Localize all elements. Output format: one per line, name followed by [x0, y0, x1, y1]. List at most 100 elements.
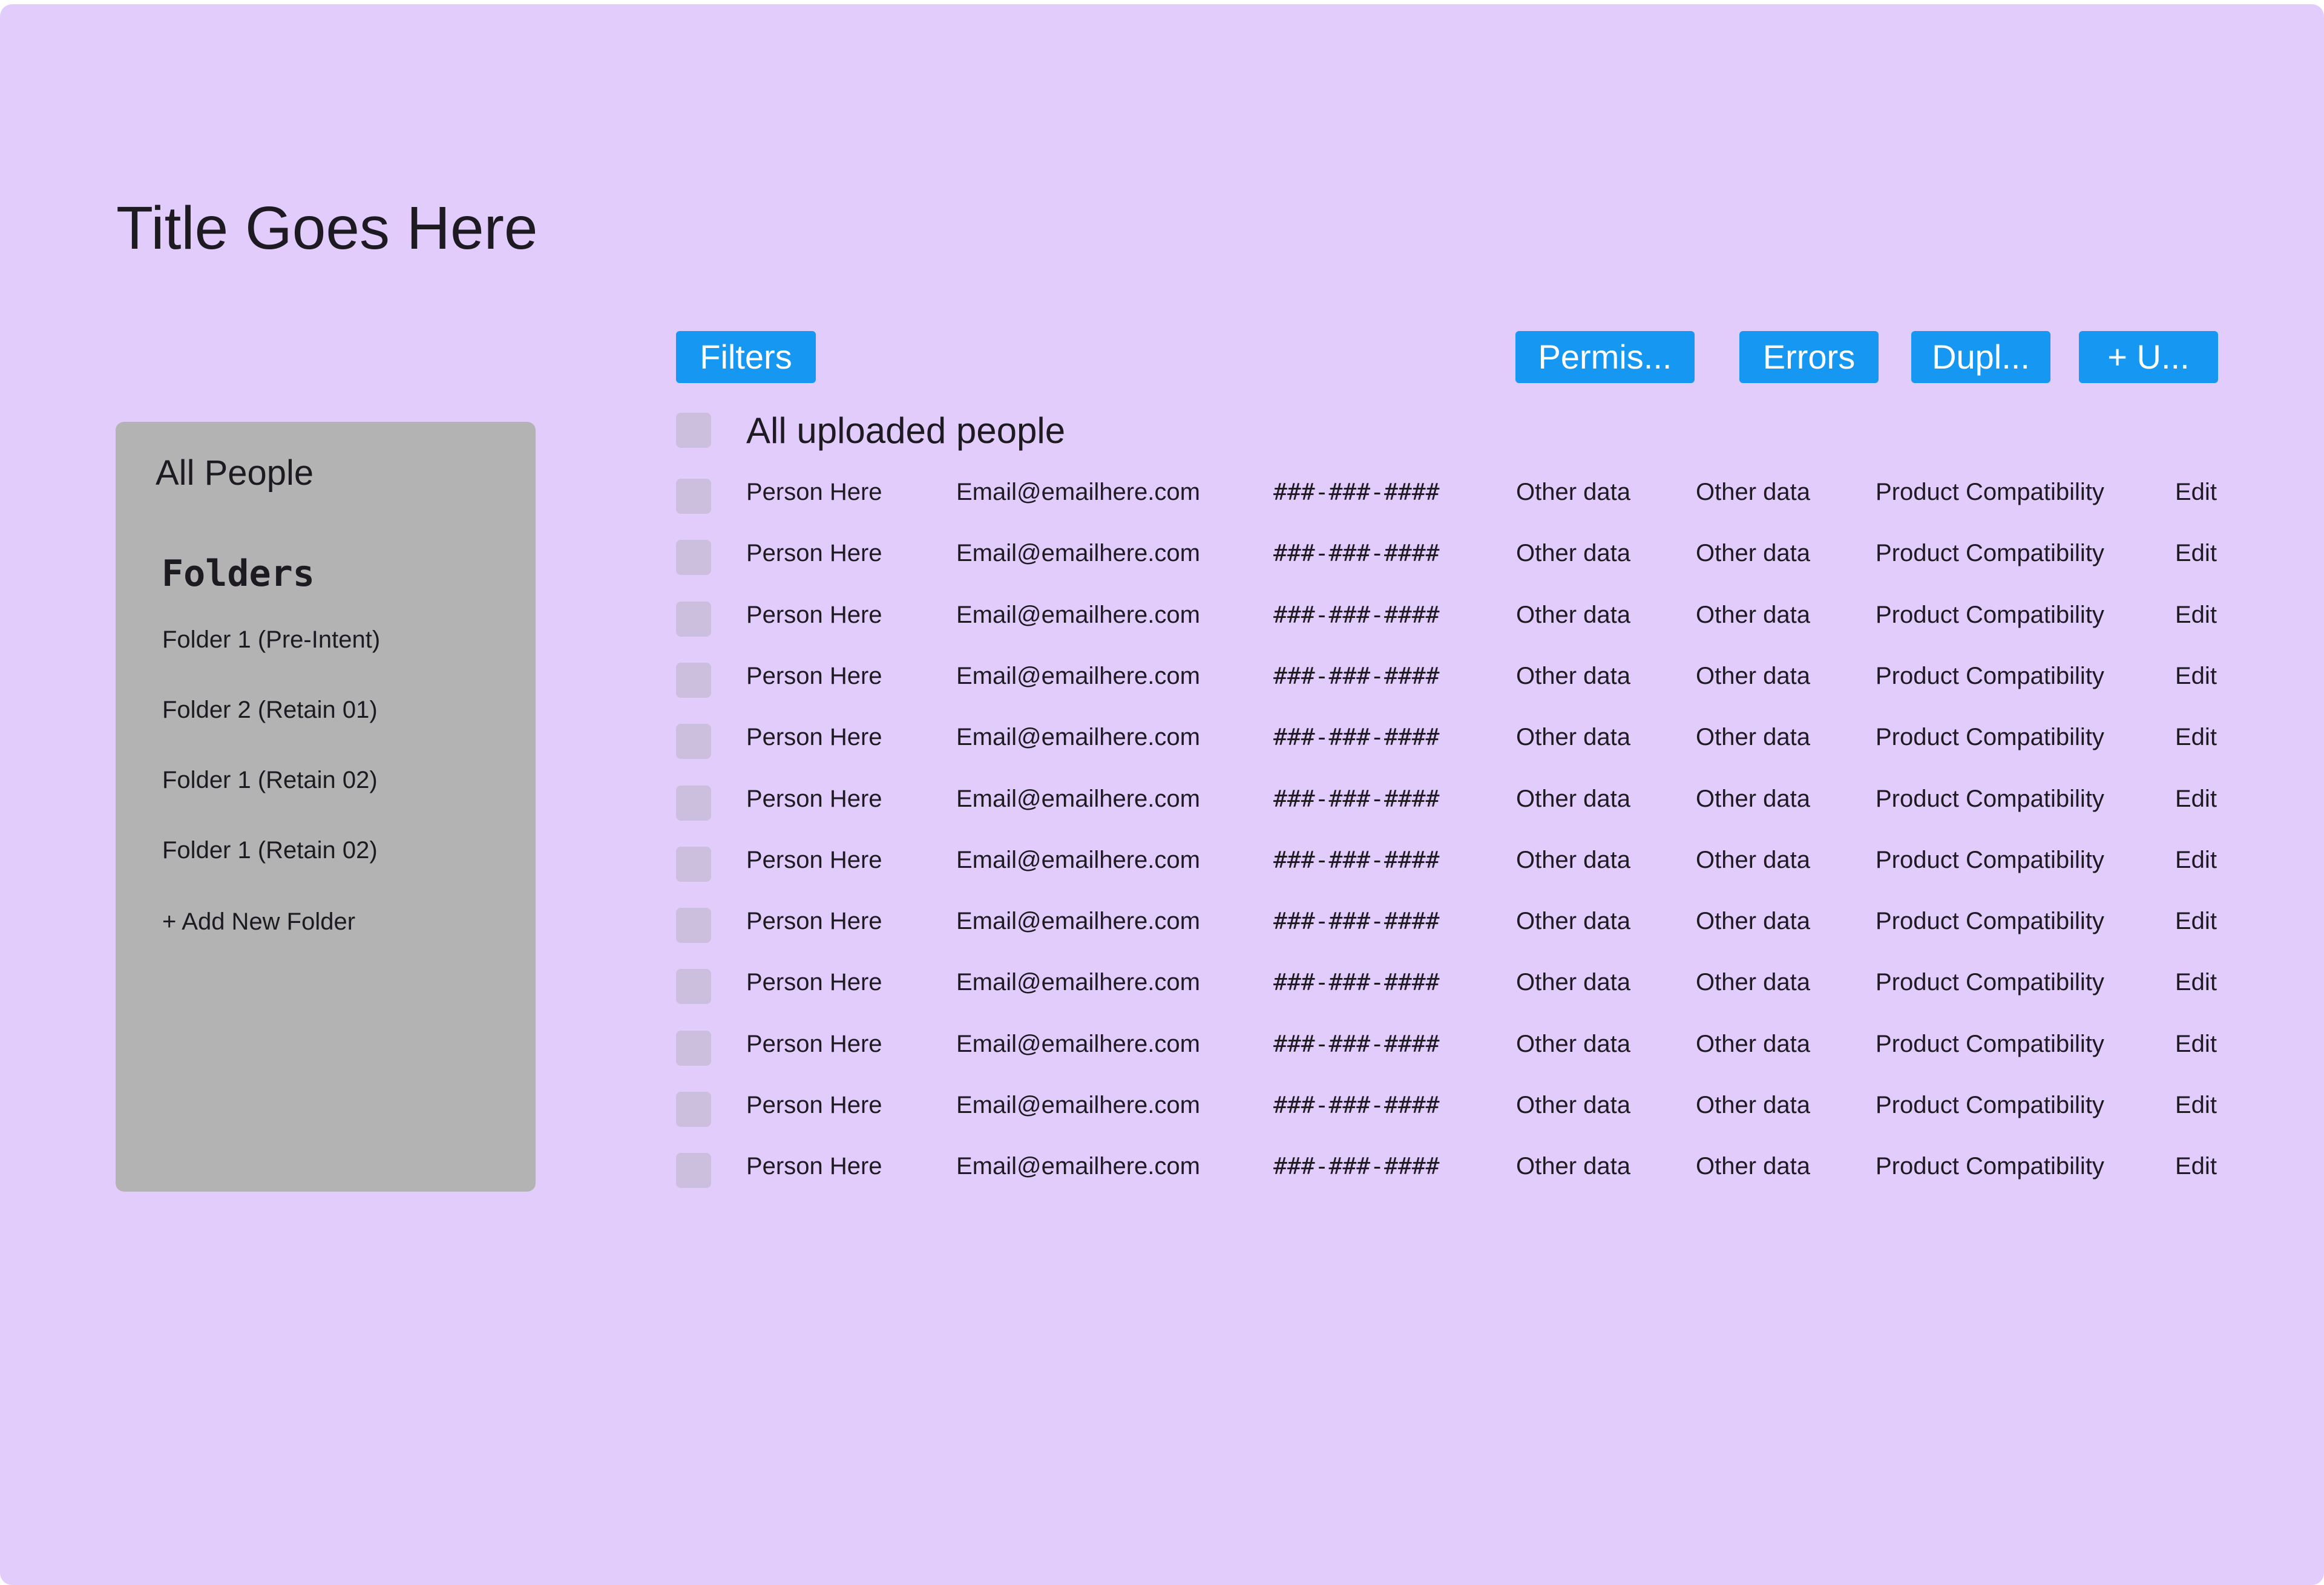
row-checkbox[interactable] [676, 662, 711, 698]
email-cell: Email@emailhere.com [956, 908, 1200, 935]
select-all-label: All uploaded people [746, 410, 1066, 451]
email-cell: Email@emailhere.com [956, 785, 1200, 812]
person-name-cell: Person Here [746, 1092, 882, 1118]
other-data-cell: Other data [1696, 724, 1811, 751]
product-compatibility-cell: Product Compatibility [1876, 908, 2104, 935]
table-row: Person Here Email@emailhere.com ###-###-##… [0, 903, 2324, 964]
phone-cell: ###-###-#### [1273, 1030, 1440, 1057]
row-checkbox[interactable] [676, 724, 711, 760]
edit-button[interactable]: Edit [2175, 1148, 2217, 1184]
person-name-cell: Person Here [746, 724, 882, 751]
row-checkbox[interactable] [676, 540, 711, 576]
app-frame: Title Goes Here All People Folders Folde… [0, 4, 2324, 1585]
person-name-cell: Person Here [746, 1153, 882, 1180]
other-data-cell: Other data [1516, 724, 1631, 751]
edit-button[interactable]: Edit [2175, 1087, 2217, 1123]
table-row: Person Here Email@emailhere.com ###-###-##… [0, 842, 2324, 903]
edit-button[interactable]: Edit [2175, 597, 2217, 633]
table-row: Person Here Email@emailhere.com ###-###-##… [0, 535, 2324, 596]
row-checkbox[interactable] [676, 846, 711, 882]
row-checkbox[interactable] [676, 1153, 711, 1189]
filters-button[interactable]: Filters [676, 331, 816, 383]
person-name-cell: Person Here [746, 846, 882, 873]
phone-cell: ###-###-#### [1273, 785, 1440, 812]
other-data-cell: Other data [1696, 969, 1811, 996]
email-cell: Email@emailhere.com [956, 1092, 1200, 1118]
edit-button[interactable]: Edit [2175, 964, 2217, 1000]
table-row: Person Here Email@emailhere.com ###-###-##… [0, 658, 2324, 719]
upload-button[interactable]: + U... [2079, 331, 2218, 383]
email-cell: Email@emailhere.com [956, 1030, 1200, 1057]
table-row: Person Here Email@emailhere.com ###-###-##… [0, 597, 2324, 658]
phone-cell: ###-###-#### [1273, 662, 1440, 689]
permissions-button[interactable]: Permis... [1515, 331, 1695, 383]
product-compatibility-cell: Product Compatibility [1876, 1092, 2104, 1118]
other-data-cell: Other data [1696, 785, 1811, 812]
duplicates-button[interactable]: Dupl... [1911, 331, 2050, 383]
phone-cell: ###-###-#### [1273, 724, 1440, 751]
other-data-cell: Other data [1516, 1030, 1631, 1057]
other-data-cell: Other data [1516, 540, 1631, 567]
other-data-cell: Other data [1696, 846, 1811, 873]
row-checkbox[interactable] [676, 479, 711, 514]
phone-cell: ###-###-#### [1273, 1092, 1440, 1118]
row-checkbox[interactable] [676, 785, 711, 821]
other-data-cell: Other data [1516, 846, 1631, 873]
other-data-cell: Other data [1696, 662, 1811, 689]
product-compatibility-cell: Product Compatibility [1876, 1153, 2104, 1180]
email-cell: Email@emailhere.com [956, 969, 1200, 996]
person-name-cell: Person Here [746, 540, 882, 567]
edit-button[interactable]: Edit [2175, 658, 2217, 694]
edit-button[interactable]: Edit [2175, 535, 2217, 571]
phone-cell: ###-###-#### [1273, 846, 1440, 873]
table-row: Person Here Email@emailhere.com ###-###-##… [0, 719, 2324, 780]
person-name-cell: Person Here [746, 479, 882, 505]
edit-button[interactable]: Edit [2175, 781, 2217, 817]
table-row: Person Here Email@emailhere.com ###-###-##… [0, 781, 2324, 842]
other-data-cell: Other data [1696, 1092, 1811, 1118]
row-checkbox[interactable] [676, 969, 711, 1005]
person-name-cell: Person Here [746, 601, 882, 628]
product-compatibility-cell: Product Compatibility [1876, 846, 2104, 873]
product-compatibility-cell: Product Compatibility [1876, 479, 2104, 505]
select-all-checkbox[interactable] [676, 413, 711, 448]
email-cell: Email@emailhere.com [956, 1153, 1200, 1180]
other-data-cell: Other data [1516, 1153, 1631, 1180]
edit-button[interactable]: Edit [2175, 1026, 2217, 1062]
email-cell: Email@emailhere.com [956, 846, 1200, 873]
edit-button[interactable]: Edit [2175, 903, 2217, 939]
row-checkbox[interactable] [676, 1030, 711, 1066]
product-compatibility-cell: Product Compatibility [1876, 1030, 2104, 1057]
product-compatibility-cell: Product Compatibility [1876, 724, 2104, 751]
other-data-cell: Other data [1516, 662, 1631, 689]
edit-button[interactable]: Edit [2175, 719, 2217, 755]
email-cell: Email@emailhere.com [956, 724, 1200, 751]
product-compatibility-cell: Product Compatibility [1876, 540, 2104, 567]
phone-cell: ###-###-#### [1273, 1153, 1440, 1180]
email-cell: Email@emailhere.com [956, 662, 1200, 689]
phone-cell: ###-###-#### [1273, 601, 1440, 628]
other-data-cell: Other data [1696, 601, 1811, 628]
person-name-cell: Person Here [746, 908, 882, 935]
product-compatibility-cell: Product Compatibility [1876, 662, 2104, 689]
other-data-cell: Other data [1516, 908, 1631, 935]
phone-cell: ###-###-#### [1273, 908, 1440, 935]
phone-cell: ###-###-#### [1273, 540, 1440, 567]
other-data-cell: Other data [1696, 1030, 1811, 1057]
other-data-cell: Other data [1516, 969, 1631, 996]
phone-cell: ###-###-#### [1273, 479, 1440, 505]
table-row: Person Here Email@emailhere.com ###-###-##… [0, 474, 2324, 535]
edit-button[interactable]: Edit [2175, 842, 2217, 878]
row-checkbox[interactable] [676, 601, 711, 637]
page-title: Title Goes Here [116, 194, 538, 262]
edit-button[interactable]: Edit [2175, 474, 2217, 510]
other-data-cell: Other data [1516, 601, 1631, 628]
row-checkbox[interactable] [676, 1092, 711, 1127]
other-data-cell: Other data [1516, 785, 1631, 812]
email-cell: Email@emailhere.com [956, 601, 1200, 628]
product-compatibility-cell: Product Compatibility [1876, 601, 2104, 628]
errors-button[interactable]: Errors [1739, 331, 1879, 383]
row-checkbox[interactable] [676, 908, 711, 943]
other-data-cell: Other data [1696, 540, 1811, 567]
email-cell: Email@emailhere.com [956, 540, 1200, 567]
